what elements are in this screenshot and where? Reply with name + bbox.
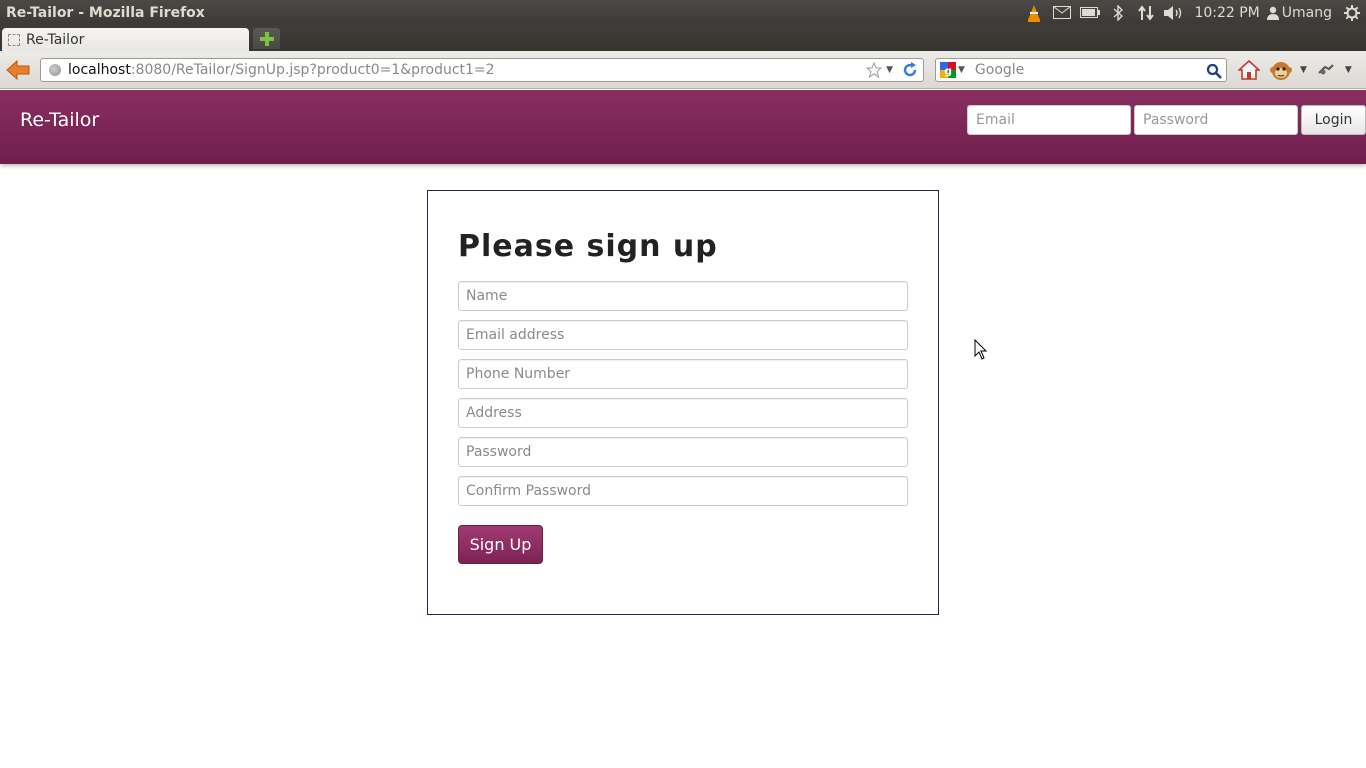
signup-button[interactable]: Sign Up [458,525,543,564]
bookmark-star-icon[interactable] [866,62,883,78]
confirm-password-field[interactable] [458,476,908,506]
url-host: localhost [68,62,131,78]
battery-icon[interactable] [1076,0,1104,25]
signup-form: Please sign up Sign Up [427,190,939,615]
navigation-toolbar: localhost:8080/ReTailor/SignUp.jsp?produ… [0,51,1366,89]
reload-icon[interactable] [901,61,919,79]
toolbar-right: ▼ ▼ [1236,57,1352,83]
tab-strip: Re-Tailor [0,25,1366,51]
greasemonkey-dropdown-icon[interactable]: ▼ [1300,65,1307,75]
os-title-bar: Re-Tailor - Mozilla Firefox 10:22 PM Uma… [0,0,1366,25]
addon-icon[interactable] [1313,57,1339,83]
system-tray: 10:22 PM Umang [1020,0,1366,25]
mail-icon[interactable] [1048,0,1076,25]
site-identity-icon[interactable] [49,64,61,76]
network-icon[interactable] [1132,0,1160,25]
power-gear-icon[interactable] [1338,0,1366,25]
home-icon[interactable] [1236,57,1262,83]
url-bar[interactable]: localhost:8080/ReTailor/SignUp.jsp?produ… [40,58,924,82]
plus-icon [259,31,274,46]
back-arrow-icon [6,60,30,80]
page-icon [8,33,20,46]
google-engine-icon[interactable]: g [940,62,956,78]
mouse-cursor-icon [974,339,988,360]
addon-dropdown-icon[interactable]: ▼ [1345,65,1352,75]
window-title: Re-Tailor - Mozilla Firefox [6,4,205,21]
greasemonkey-icon[interactable] [1268,57,1294,83]
volume-icon[interactable] [1160,0,1188,25]
form-heading: Please sign up [458,229,718,264]
site-navbar: Re-Tailor Login [0,90,1366,164]
tab-retailor[interactable]: Re-Tailor [2,28,249,51]
navbar-password-input[interactable] [1134,105,1298,135]
search-magnifier-icon[interactable] [1204,61,1224,80]
password-field[interactable] [458,437,908,467]
bluetooth-icon[interactable] [1104,0,1132,25]
tab-label: Re-Tailor [26,31,85,48]
svg-text:g: g [944,65,952,78]
phone-field[interactable] [458,359,908,389]
login-button[interactable]: Login [1301,105,1366,135]
user-name[interactable]: Umang [1282,5,1332,21]
back-button[interactable] [5,59,31,81]
address-field[interactable] [458,398,908,428]
brand-link[interactable]: Re-Tailor [20,109,99,131]
email-field[interactable] [458,320,908,350]
user-icon [1266,0,1280,25]
name-field[interactable] [458,281,908,311]
search-bar[interactable]: g ▼ [935,58,1227,82]
new-tab-button[interactable] [253,28,280,49]
url-history-dropdown-icon[interactable]: ▼ [886,65,893,75]
vlc-icon[interactable] [1020,0,1048,25]
navbar-email-input[interactable] [967,105,1131,135]
clock[interactable]: 10:22 PM [1194,5,1259,21]
url-path: :8080/ReTailor/SignUp.jsp?product0=1&pro… [130,62,495,78]
search-input[interactable] [972,61,1193,79]
engine-dropdown-icon[interactable]: ▼ [958,65,965,75]
